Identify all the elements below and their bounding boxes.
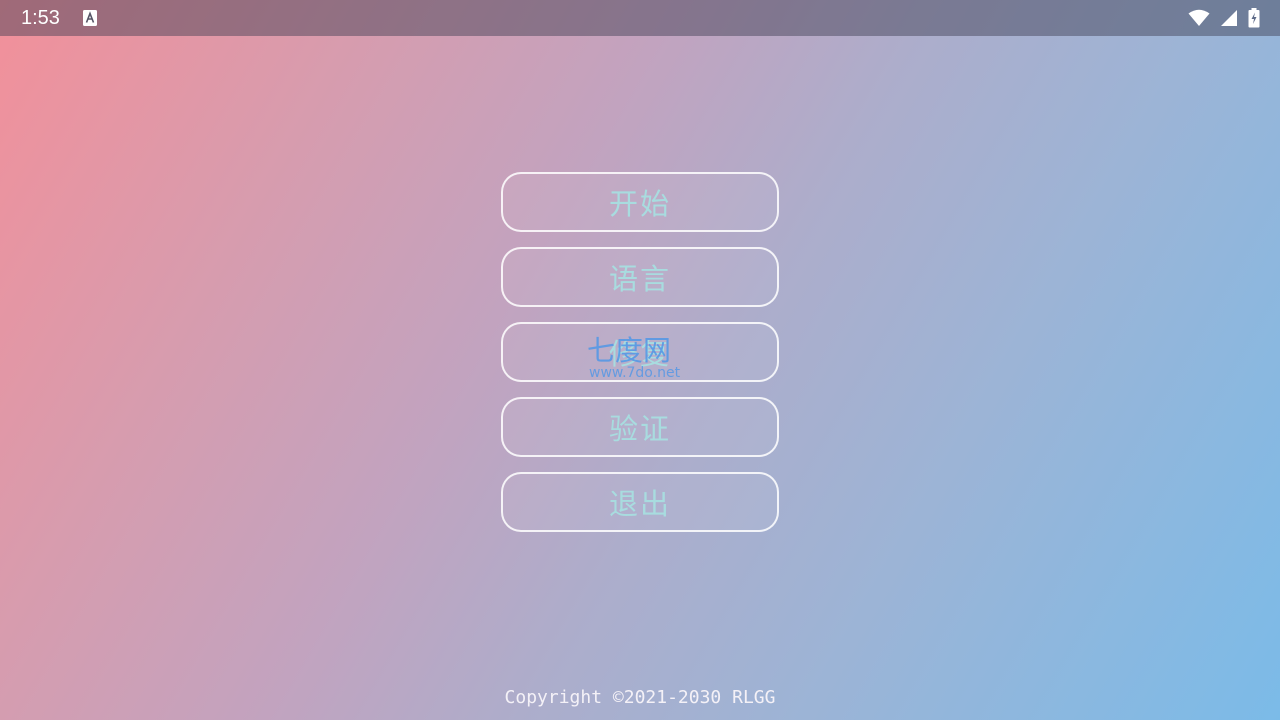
exit-button[interactable]: 退出 [501, 472, 779, 532]
status-bar: 1:53 [0, 0, 1280, 36]
main-menu: 开始 语言 修复 验证 退出 [501, 172, 779, 547]
start-button[interactable]: 开始 [501, 172, 779, 232]
signal-icon [1220, 9, 1238, 27]
verify-button[interactable]: 验证 [501, 397, 779, 457]
repair-button[interactable]: 修复 [501, 322, 779, 382]
status-icons [1188, 8, 1260, 28]
copyright-text: Copyright ©2021-2030 RLGG [504, 687, 776, 708]
a-notification-icon [83, 10, 97, 26]
status-time: 1:53 [21, 7, 60, 29]
language-button[interactable]: 语言 [501, 247, 779, 307]
wifi-icon [1188, 9, 1210, 27]
battery-charging-icon [1248, 8, 1260, 28]
